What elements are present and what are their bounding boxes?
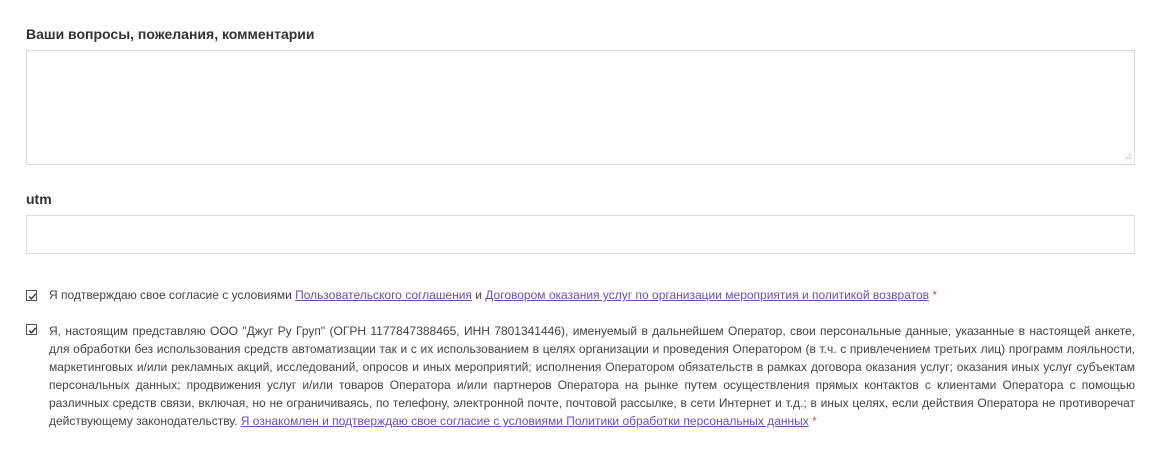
privacy-policy-link[interactable]: Я ознакомлен и подтверждаю свое согласие…: [241, 414, 809, 428]
utm-label: utm: [26, 191, 52, 207]
user-agreement-link[interactable]: Пользовательского соглашения: [295, 288, 472, 302]
terms-text-and: и: [471, 288, 486, 302]
contract-policy-link[interactable]: Договором оказания услуг по организации …: [485, 288, 929, 302]
checkmark-icon: [28, 293, 37, 300]
resize-grip-icon[interactable]: [1122, 151, 1132, 161]
personal-data-text: Я, настоящим представляю ООО "Джуг Ру Гр…: [49, 324, 1135, 428]
required-mark: *: [812, 414, 817, 428]
terms-text-before: Я подтверждаю свое согласие с условиями: [49, 288, 296, 302]
required-mark: *: [932, 288, 938, 302]
comments-textarea[interactable]: [26, 50, 1135, 165]
checkmark-icon: [28, 327, 37, 334]
personal-data-consent-text: Я, настоящим представляю ООО "Джуг Ру Гр…: [49, 322, 1135, 430]
terms-consent-text: Я подтверждаю свое согласие с условиями …: [49, 288, 937, 303]
utm-input[interactable]: [26, 215, 1135, 254]
personal-data-checkbox[interactable]: [26, 324, 37, 335]
comments-label: Ваши вопросы, пожелания, комментарии: [26, 26, 315, 42]
terms-checkbox[interactable]: [26, 290, 37, 301]
